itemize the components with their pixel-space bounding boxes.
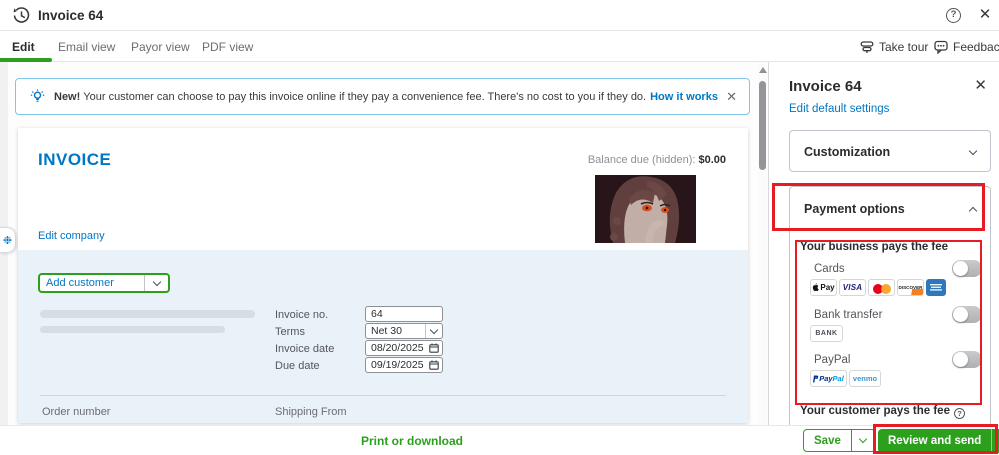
- take-tour-button[interactable]: Take tour: [860, 37, 928, 57]
- invoice-date-input[interactable]: 08/20/2025: [365, 340, 443, 356]
- order-number-label: Order number: [42, 406, 111, 418]
- banner-badge: New!: [54, 90, 81, 103]
- customization-header[interactable]: Customization: [790, 131, 990, 173]
- scrollbar-thumb[interactable]: [759, 81, 766, 170]
- bank-icon: BANK: [810, 325, 843, 342]
- take-tour-label: Take tour: [879, 40, 929, 54]
- card-brand-badges: Pay VISA DISCOVER: [810, 279, 946, 296]
- mastercard-icon: [868, 279, 895, 296]
- invoice-edit-pane: ❉ New! Your customer can choose to pay th…: [0, 62, 768, 425]
- apple-pay-icon: Pay: [810, 279, 837, 296]
- tab-email-view[interactable]: Email view: [58, 40, 115, 54]
- customization-accordion: Customization: [789, 130, 991, 172]
- cards-label: Cards: [814, 263, 845, 275]
- visa-icon: VISA: [839, 279, 866, 296]
- skeleton-bar: [40, 310, 255, 318]
- save-dropdown-chevron[interactable]: [850, 430, 875, 451]
- invoice-no-label: Invoice no.: [275, 309, 329, 321]
- review-split-button: Review and send: [878, 429, 999, 453]
- add-customer-dropdown[interactable]: Add customer: [38, 273, 170, 293]
- action-footer: Print or download Save Review and send: [0, 425, 999, 455]
- save-button[interactable]: Save: [804, 430, 851, 451]
- tab-edit[interactable]: Edit: [12, 40, 35, 54]
- calendar-icon: [425, 358, 442, 372]
- edit-default-settings-link[interactable]: Edit default settings: [789, 103, 889, 115]
- accessibility-gear-widget[interactable]: ❉: [0, 227, 16, 253]
- skeleton-bar: [40, 326, 225, 333]
- company-logo-image: [595, 175, 696, 243]
- lightbulb-icon: [30, 89, 45, 102]
- tab-payor-view[interactable]: Payor view: [131, 40, 190, 54]
- invoice-preview-card: INVOICE Balance due (hidden): $0.00 Edit…: [18, 128, 748, 423]
- feedback-label: Feedback: [953, 40, 999, 54]
- invoice-no-input[interactable]: 64: [365, 306, 443, 322]
- paypal-toggle[interactable]: [952, 351, 982, 368]
- bank-transfer-toggle[interactable]: [952, 306, 982, 323]
- bank-badge-row: BANK: [810, 325, 843, 342]
- add-customer-label: Add customer: [46, 277, 114, 289]
- invoice-date-label: Invoice date: [275, 343, 335, 355]
- window-header: Invoice 64 ? ✕: [0, 0, 999, 31]
- feedback-icon: [934, 40, 948, 54]
- payment-options-header[interactable]: Payment options: [790, 187, 990, 231]
- window-close-icon[interactable]: ✕: [977, 5, 993, 23]
- banner-close-icon[interactable]: ✕: [726, 89, 737, 105]
- edit-company-link[interactable]: Edit company: [38, 230, 105, 242]
- paypal-label: PayPal: [814, 354, 851, 366]
- shipping-from-label: Shipping From: [275, 406, 347, 418]
- invoice-editor-window: Invoice 64 ? ✕ Edit Email view Payor vie…: [0, 0, 999, 455]
- banner-text: New! Your customer can choose to pay this…: [54, 90, 647, 103]
- question-icon[interactable]: ?: [953, 408, 965, 419]
- gear-icon: ❉: [2, 234, 13, 247]
- chevron-down-icon: [968, 146, 978, 155]
- paypal-badge-row: Pay Pal venmo: [810, 370, 881, 387]
- view-tabbar: Edit Email view Payor view PDF view ⚙ Ma…: [0, 31, 999, 93]
- chevron-up-icon: [968, 206, 978, 215]
- section-divider: [40, 395, 726, 396]
- due-date-label: Due date: [275, 360, 320, 372]
- paypal-icon: Pay Pal: [810, 370, 847, 387]
- help-icon[interactable]: ?: [946, 8, 961, 23]
- review-and-send-button[interactable]: Review and send: [878, 429, 991, 453]
- cards-toggle[interactable]: [952, 260, 982, 277]
- invoice-form-section: Add customer Invoice no. 64 Terms Net 30…: [18, 250, 748, 423]
- terms-select[interactable]: Net 30: [365, 323, 443, 339]
- calendar-icon: [425, 341, 442, 355]
- scrollbar-up-arrow[interactable]: [759, 67, 767, 73]
- payment-options-accordion: Payment options Your business pays the f…: [789, 186, 991, 446]
- review-dropdown-chevron[interactable]: [991, 429, 999, 453]
- bank-transfer-label: Bank transfer: [814, 309, 883, 321]
- balance-amount: $0.00: [698, 154, 726, 166]
- due-date-input[interactable]: 09/19/2025: [365, 357, 443, 373]
- invoice-heading: INVOICE: [38, 150, 112, 169]
- take-tour-icon: [860, 41, 874, 53]
- terms-label: Terms: [275, 326, 305, 338]
- page-title: Invoice 64: [38, 8, 104, 23]
- convenience-fee-banner: New! Your customer can choose to pay this…: [15, 78, 750, 115]
- business-pays-heading: Your business pays the fee: [800, 241, 949, 253]
- how-it-works-link[interactable]: How it works: [650, 91, 718, 103]
- sidebar-title: Invoice 64: [789, 78, 862, 95]
- settings-sidebar: Invoice 64 ✕ Edit default settings Custo…: [768, 62, 999, 446]
- sidebar-close-icon[interactable]: ✕: [974, 76, 987, 94]
- chevron-down-icon: [425, 324, 442, 338]
- venmo-icon: venmo: [849, 370, 881, 387]
- feedback-button[interactable]: Feedback: [934, 37, 999, 57]
- customer-pays-heading: Your customer pays the fee?: [800, 405, 965, 419]
- amex-icon: [926, 279, 946, 296]
- history-icon[interactable]: [13, 7, 30, 24]
- chevron-down-icon: [144, 275, 168, 291]
- print-or-download-link[interactable]: Print or download: [361, 434, 463, 448]
- tab-pdf-view[interactable]: PDF view: [202, 40, 253, 54]
- discover-icon: DISCOVER: [897, 279, 924, 296]
- balance-due: Balance due (hidden): $0.00: [587, 154, 726, 166]
- save-split-button: Save: [803, 429, 876, 452]
